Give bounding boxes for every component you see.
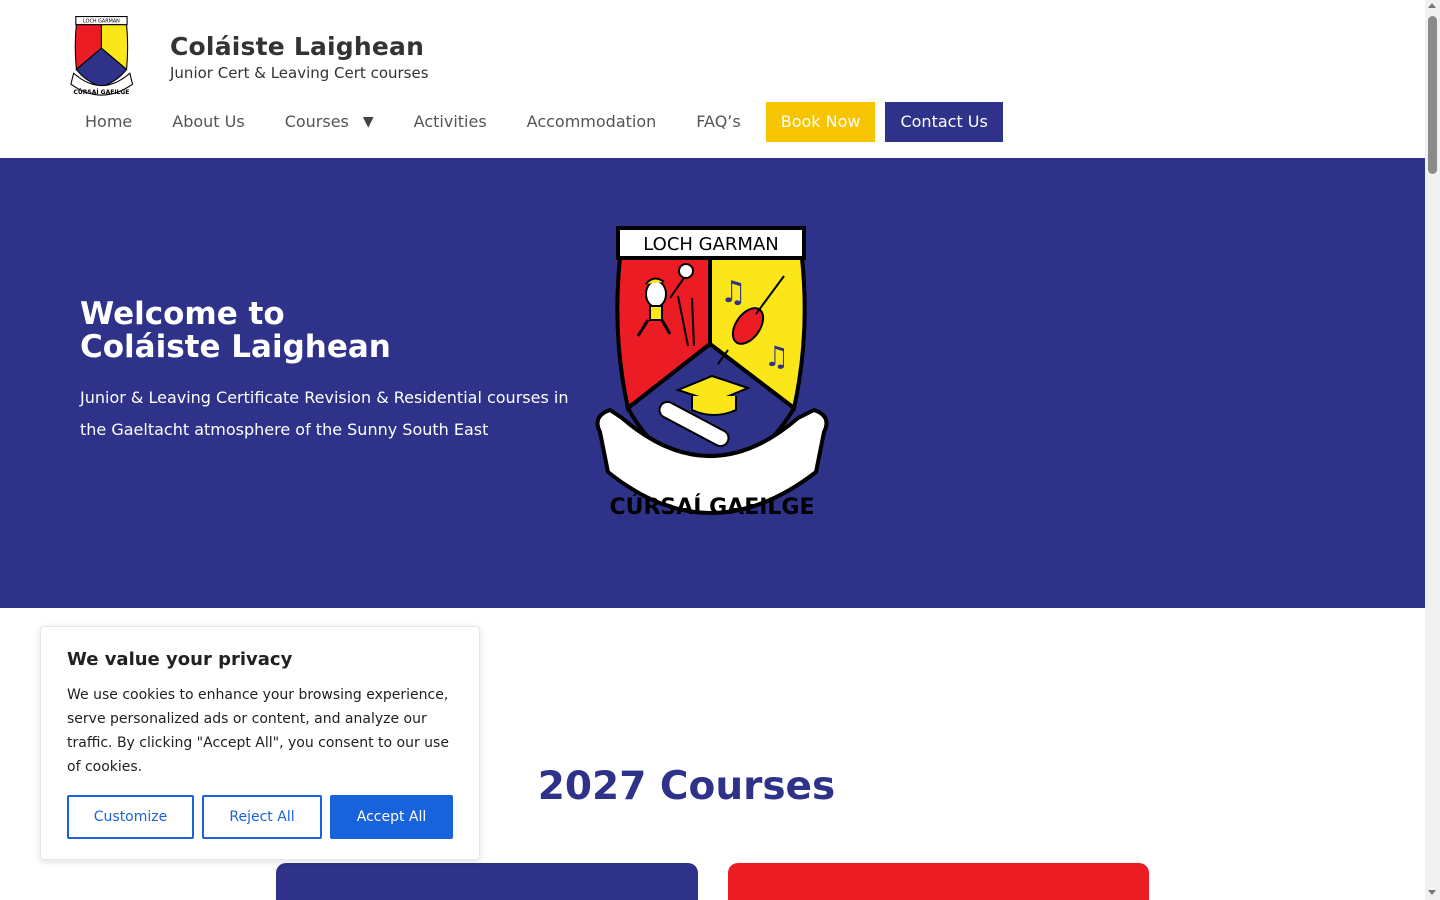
- nav-item-accommodation[interactable]: Accommodation: [512, 102, 672, 142]
- site-header: LOCH GARMAN CÚRSAÍ GAEILGE Coláiste Laig…: [0, 0, 1425, 158]
- nav-item-label: Courses: [284, 112, 349, 131]
- cookie-description: We use cookies to enhance your browsing …: [67, 687, 449, 775]
- college-crest-logo[interactable]: LOCH GARMAN CÚRSAÍ GAEILGE: [68, 16, 136, 100]
- nav-item-home[interactable]: Home: [70, 102, 147, 142]
- chevron-down-icon[interactable]: ▼: [363, 102, 374, 142]
- nav-item-about-us[interactable]: About Us: [157, 102, 259, 142]
- reject-all-button[interactable]: Reject All: [202, 795, 322, 839]
- main-navigation: Home About Us Courses ▼ Activities Accomm…: [70, 102, 1013, 142]
- hero-description: Junior & Leaving Certificate Revision & …: [80, 388, 569, 439]
- course-card[interactable]: [728, 863, 1149, 900]
- svg-text:CÚRSAÍ GAEILGE: CÚRSAÍ GAEILGE: [73, 88, 129, 96]
- nav-item-label: About Us: [172, 112, 245, 131]
- hero-title-line: Coláiste Laighean: [80, 329, 391, 365]
- scroll-down-arrow-icon[interactable]: [1428, 890, 1436, 895]
- page-scrollbar[interactable]: [1425, 0, 1440, 900]
- svg-text:♫: ♫: [764, 340, 789, 373]
- svg-text:CÚRSAÍ GAEILGE: CÚRSAÍ GAEILGE: [609, 494, 814, 520]
- nav-item-courses[interactable]: Courses ▼: [270, 102, 389, 142]
- nav-item-label: FAQ’s: [696, 112, 741, 131]
- svg-text:LOCH GARMAN: LOCH GARMAN: [643, 234, 778, 255]
- contact-us-button[interactable]: Contact Us: [885, 102, 1003, 142]
- hero-title: Welcome to Coláiste Laighean: [80, 298, 391, 364]
- nav-item-label: Activities: [413, 112, 487, 131]
- college-crest-image: LOCH GARMAN ♫ ♫ CÚRSAÍ GAEILGE: [595, 226, 829, 520]
- ball-icon: [678, 263, 694, 279]
- hero-banner: Welcome to Coláiste Laighean Junior & Le…: [0, 158, 1425, 608]
- cookie-consent-banner: We value your privacy We use cookies to …: [40, 626, 480, 860]
- site-tagline: Junior Cert & Leaving Cert courses: [170, 64, 429, 82]
- accept-all-button[interactable]: Accept All: [330, 795, 453, 839]
- course-card[interactable]: [276, 863, 698, 900]
- scrollbar-thumb[interactable]: [1428, 16, 1437, 174]
- figure-icon: [645, 280, 667, 308]
- nav-item-label: Home: [85, 112, 133, 131]
- nav-item-label: Accommodation: [526, 112, 657, 131]
- svg-text:♫: ♫: [720, 275, 747, 310]
- book-now-button[interactable]: Book Now: [765, 102, 876, 142]
- nav-item-faqs[interactable]: FAQ’s: [681, 102, 755, 142]
- scroll-up-arrow-icon[interactable]: [1428, 3, 1436, 8]
- cookie-title: We value your privacy: [67, 649, 293, 670]
- svg-text:LOCH GARMAN: LOCH GARMAN: [83, 19, 120, 25]
- customize-button[interactable]: Customize: [67, 795, 194, 839]
- hero-title-line: Welcome to: [80, 296, 285, 332]
- nav-item-activities[interactable]: Activities: [399, 102, 502, 142]
- site-title[interactable]: Coláiste Laighean: [170, 32, 424, 61]
